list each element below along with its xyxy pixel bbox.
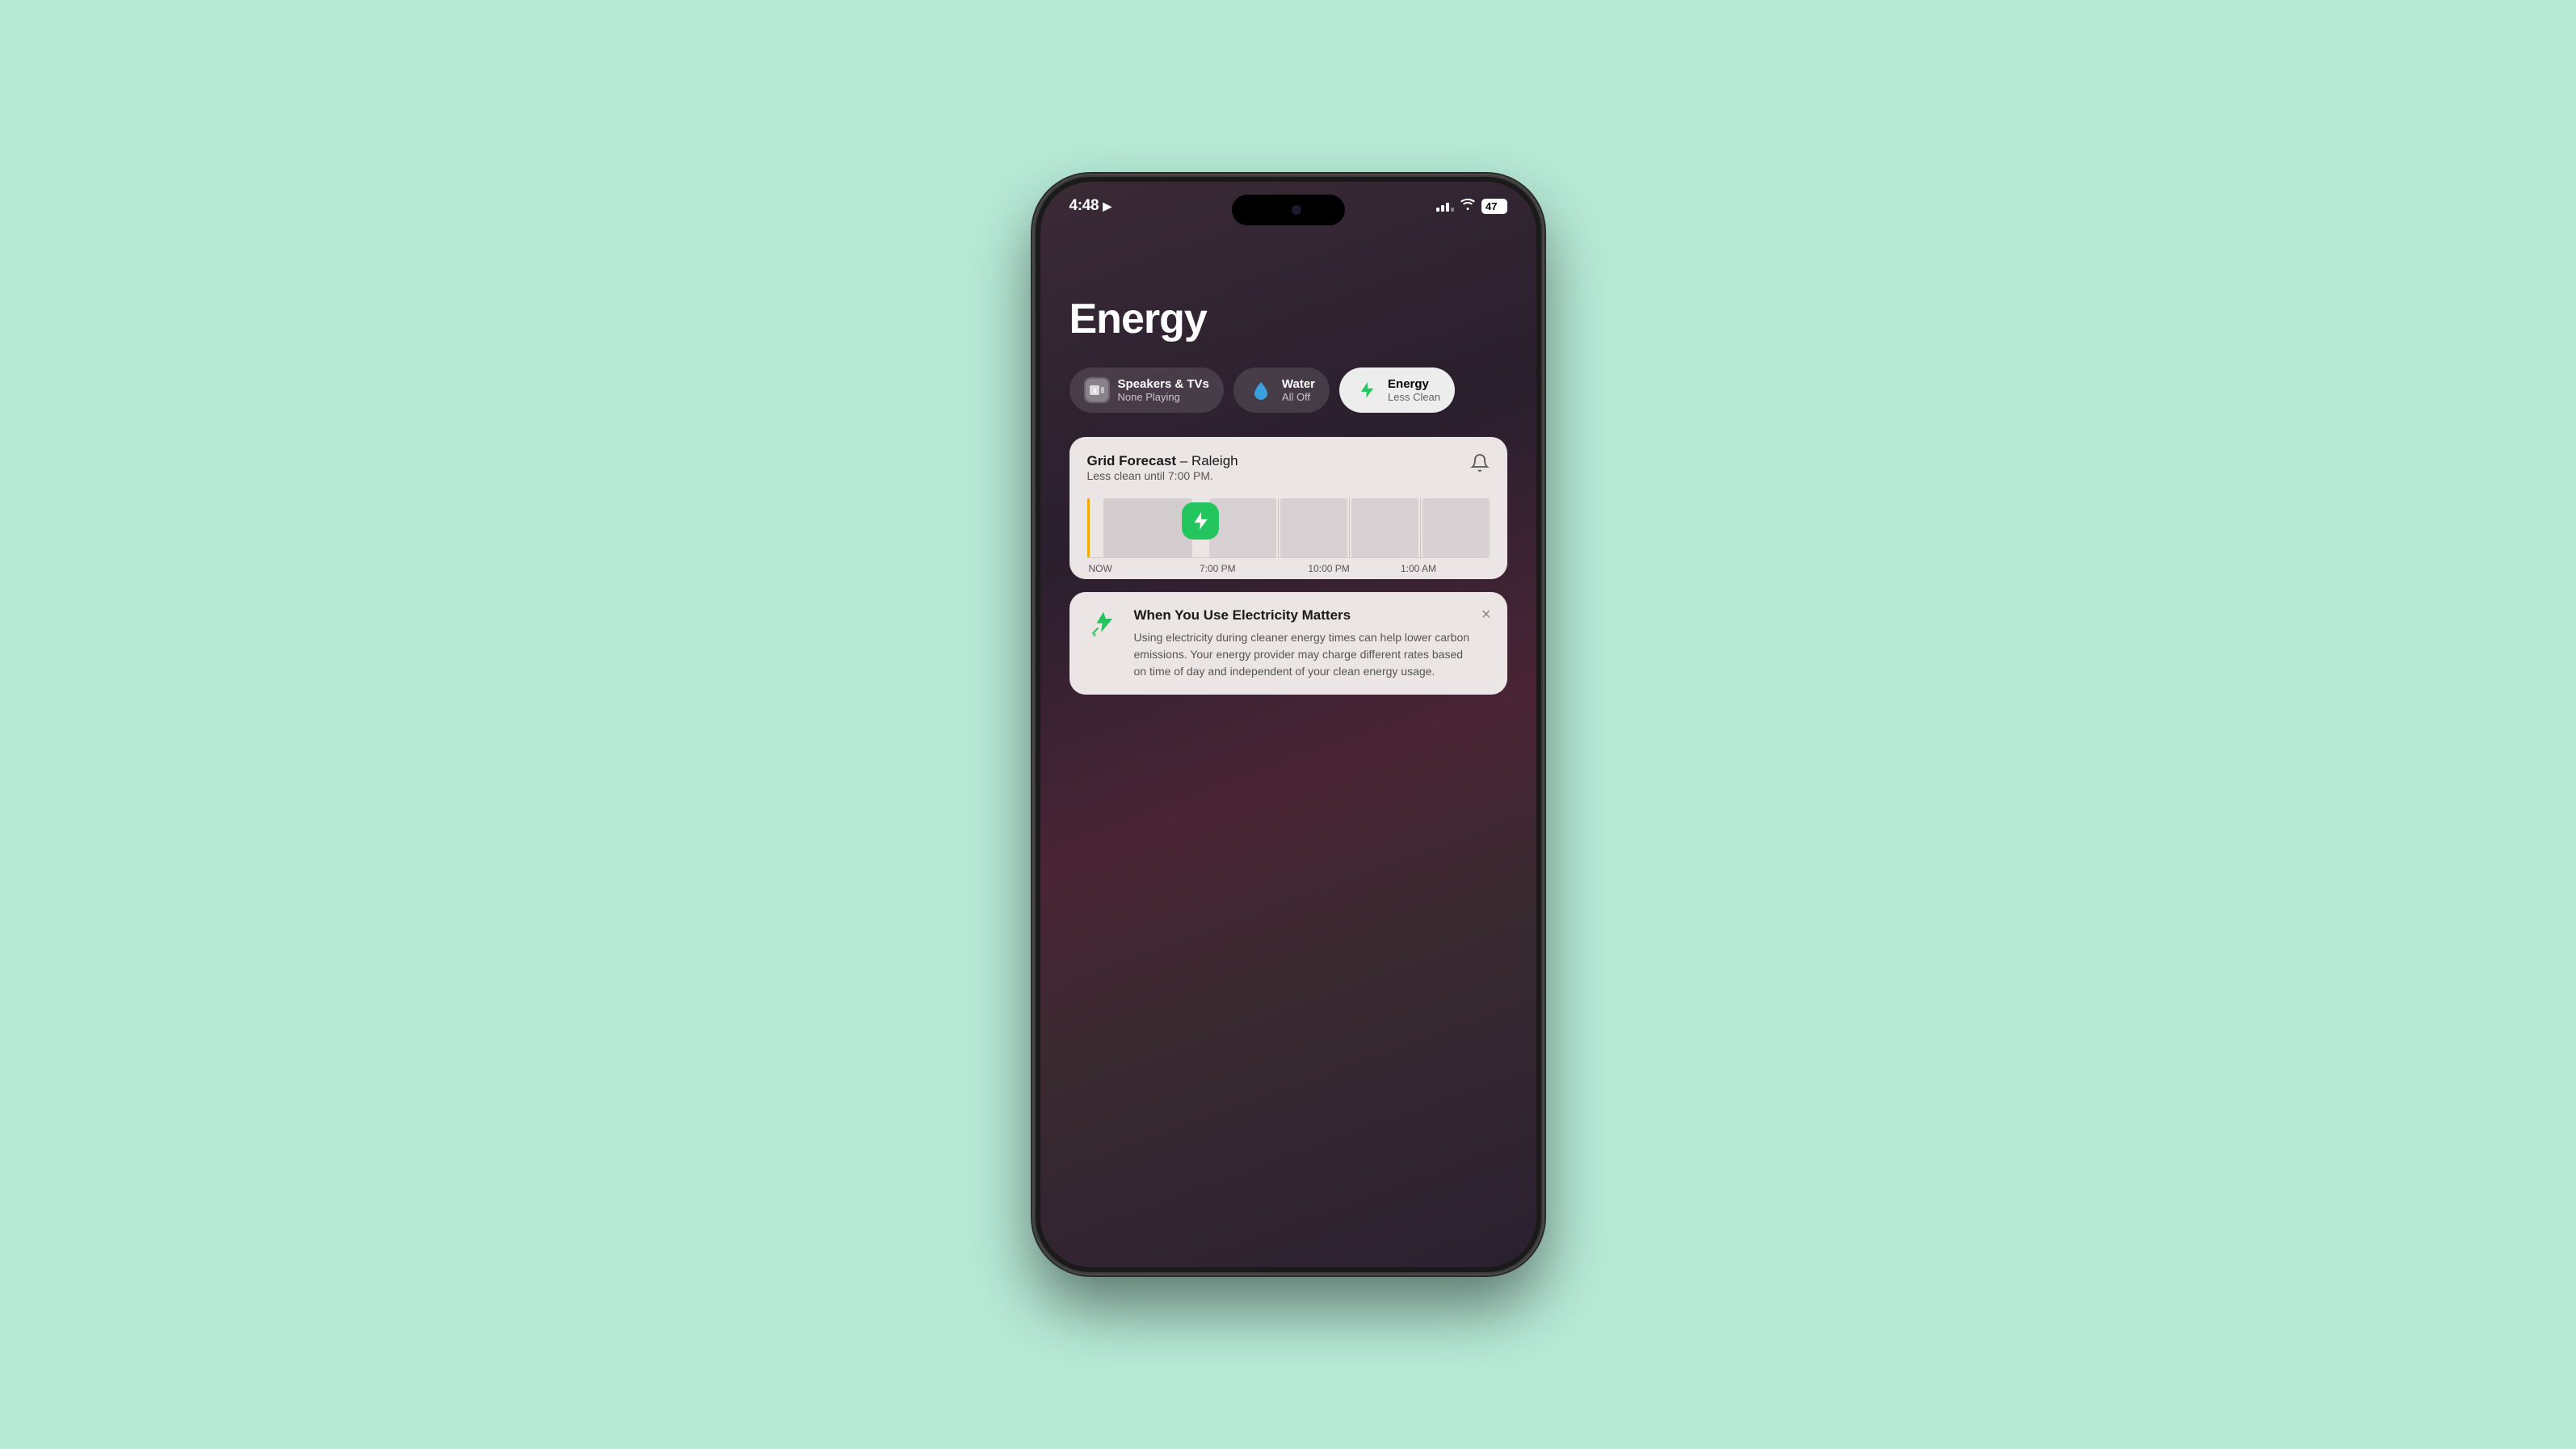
status-time: 4:48 ▶ [1069,197,1112,215]
signal-bar-1 [1436,208,1439,212]
pill-speakers[interactable]: 8 Speakers & TVs None Playing [1069,368,1224,413]
chart-label-1am: 1:00 AM [1401,563,1436,574]
pill-energy[interactable]: Energy Less Clean [1339,368,1455,413]
info-card: When You Use Electricity Matters Using e… [1069,592,1507,695]
chart-seg-highlight [1194,498,1208,557]
camera-dot [1292,205,1301,215]
speakers-pill-text: Speakers & TVs None Playing [1118,377,1209,403]
energy-pill-text: Energy Less Clean [1388,377,1440,403]
time-display: 4:48 [1069,197,1099,215]
chart-divider-2 [1349,498,1350,557]
speakers-sublabel: None Playing [1118,391,1209,403]
phone-screen: 4:48 ▶ 47 [1040,182,1536,1267]
water-label: Water [1282,377,1315,391]
battery-indicator: 47 [1481,199,1507,214]
info-card-title: When You Use Electricity Matters [1134,607,1470,624]
page-title: Energy [1069,295,1507,343]
chart-label-7pm: 7:00 PM [1200,563,1236,574]
info-content: When You Use Electricity Matters Using e… [1134,607,1470,680]
info-card-body: Using electricity during cleaner energy … [1134,629,1470,680]
dynamic-island [1232,195,1345,225]
phone-frame: 4:48 ▶ 47 [1034,175,1543,1274]
battery-level: 47 [1486,200,1497,212]
signal-bar-3 [1446,203,1449,212]
forecast-title-rest: – Raleigh [1176,453,1238,468]
info-icon-wrap [1086,607,1123,644]
main-content: Energy 8 [1040,230,1536,1267]
chart-divider-3 [1420,498,1421,557]
svg-text:8: 8 [1093,388,1097,395]
chart-bars [1087,498,1490,558]
chart-divider-1 [1278,498,1279,557]
info-lightning-icon [1086,607,1122,643]
energy-icon [1354,377,1380,403]
speakers-label: Speakers & TVs [1118,377,1209,391]
water-pill-text: Water All Off [1282,377,1315,403]
signal-bars [1436,200,1454,212]
forecast-card: Grid Forecast – Raleigh Less clean until… [1069,437,1507,579]
chart-now-line [1087,498,1090,557]
water-icon [1248,377,1274,403]
filter-pills: 8 Speakers & TVs None Playing [1069,368,1507,413]
bell-icon[interactable] [1470,453,1490,477]
forecast-subtitle: Less clean until 7:00 PM. [1087,469,1238,482]
chart-label-10pm: 10:00 PM [1308,563,1349,574]
info-close-button[interactable]: × [1481,607,1491,623]
forecast-title-text: Grid Forecast – Raleigh [1087,453,1238,469]
status-icons: 47 [1436,199,1507,214]
phone-wrapper: 4:48 ▶ 47 [1026,18,1551,1431]
speakers-icon: 8 [1084,377,1110,403]
signal-bar-4 [1451,208,1454,212]
forecast-title: Grid Forecast – Raleigh Less clean until… [1087,453,1238,495]
chart-seg-5 [1422,498,1490,557]
forecast-card-header: Grid Forecast – Raleigh Less clean until… [1087,453,1490,495]
wifi-icon [1460,199,1475,214]
chart-seg-4 [1351,498,1418,557]
chart-seg-1 [1103,498,1193,557]
energy-badge [1182,502,1219,540]
chart-label-now: NOW [1089,563,1112,574]
pill-water[interactable]: Water All Off [1233,368,1330,413]
battery-tip [1501,204,1503,209]
forecast-chart: NOW 7:00 PM 10:00 PM 1:00 AM [1087,498,1490,563]
signal-bar-2 [1441,205,1444,212]
energy-sublabel: Less Clean [1388,391,1440,403]
forecast-title-bold: Grid Forecast [1087,453,1177,468]
chart-seg-3 [1280,498,1347,557]
location-icon: ▶ [1103,200,1111,213]
energy-label: Energy [1388,377,1440,391]
water-sublabel: All Off [1282,391,1315,403]
